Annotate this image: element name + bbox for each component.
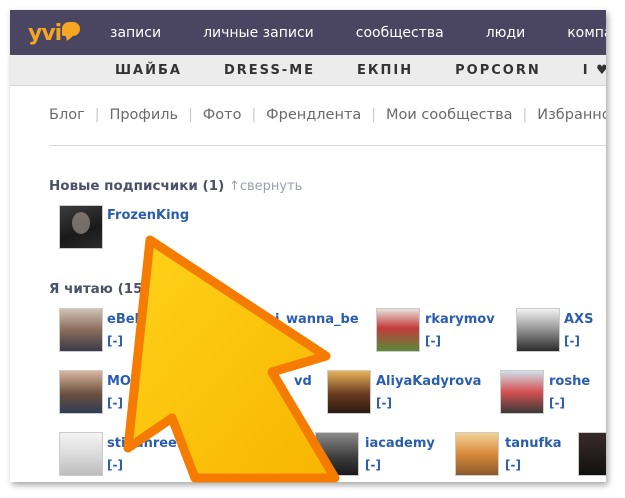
project-link-i-love-travel[interactable]: I ♥ TRAVEL	[583, 63, 606, 78]
main-nav: записи личные записи сообщества люди ком…	[110, 10, 606, 55]
tab-divider: |	[188, 107, 193, 123]
nav-item-communities[interactable]: сообщества	[356, 25, 444, 41]
divider	[49, 145, 606, 146]
unsubscribe-button[interactable]: [-]	[376, 396, 392, 410]
unsubscribe-button[interactable]: [-]	[425, 334, 441, 348]
avatar-stillunreel[interactable]	[59, 432, 103, 476]
avatar-frozenking[interactable]	[59, 205, 103, 249]
tab-divider: |	[371, 107, 377, 123]
unsubscribe-button[interactable]: [-]	[564, 334, 580, 348]
tab-favorites[interactable]: Избранное	[537, 107, 606, 123]
avatar-motor[interactable]	[59, 370, 103, 414]
tab-profile[interactable]: Профиль	[109, 107, 178, 123]
nav-item-personal-posts[interactable]: личные записи	[203, 25, 314, 41]
profile-tabs: Блог | Профиль | Фото | Френдлента | Мои…	[49, 107, 606, 123]
username-roshe[interactable]: roshe	[549, 374, 590, 389]
tab-my-communities[interactable]: Мои сообщества	[386, 107, 513, 123]
username-vd[interactable]: vd	[294, 374, 312, 389]
projects-nav: ШАЙБА DRESS-ME ЕКПІН POPCORN I ♥ TRAVEL	[115, 55, 606, 85]
tab-photo[interactable]: Фото	[203, 107, 242, 123]
speech-bubble-icon	[62, 22, 81, 36]
nav-item-people[interactable]: люди	[486, 25, 526, 41]
nav-item-companies[interactable]: компании	[567, 25, 606, 41]
username-aliyakadyrova[interactable]: AliyaKadyrova	[376, 374, 481, 389]
username-frozenking[interactable]: FrozenKing	[107, 208, 189, 223]
nav-item-posts[interactable]: записи	[110, 25, 161, 41]
logo-text: yvi	[28, 20, 62, 46]
username-stillunreel[interactable]: stillunreel	[107, 436, 181, 451]
tab-blog[interactable]: Блог	[49, 107, 85, 123]
username-axs[interactable]: AXS	[564, 312, 593, 327]
tab-friendfeed[interactable]: Френдлента	[266, 107, 361, 123]
username-i-wanna-be[interactable]: i_wanna_be	[275, 312, 359, 327]
site-logo[interactable]: yvi	[28, 19, 81, 47]
avatar-user[interactable]	[190, 432, 234, 476]
avatar-ebeka[interactable]	[59, 308, 103, 352]
unsubscribe-button[interactable]: [-]	[505, 458, 521, 472]
unsubscribe-button[interactable]: [-]	[365, 458, 381, 472]
reading-title: Я читаю (15)	[49, 281, 149, 297]
avatar-user[interactable]	[578, 432, 606, 476]
new-subscribers-heading: Новые подписчики (1) ↑свернуть	[49, 178, 302, 194]
tab-divider: |	[251, 107, 257, 123]
reading-heading: Я читаю (15) ↑свернуть	[49, 281, 227, 297]
avatar-axs[interactable]	[516, 308, 560, 352]
unsubscribe-button[interactable]: [-]	[107, 396, 123, 410]
top-navigation-bar: yvi записи личные записи сообщества люди…	[10, 10, 606, 55]
project-link-dress-me[interactable]: DRESS-ME	[224, 63, 315, 78]
avatar-aliyakadyrova[interactable]	[327, 370, 371, 414]
unsubscribe-button[interactable]: [-]	[549, 396, 565, 410]
unsubscribe-button[interactable]: [-]	[107, 334, 123, 348]
collapse-link[interactable]: ↑свернуть	[229, 179, 302, 194]
unsubscribe-button[interactable]: [-]	[107, 458, 123, 472]
project-link-shaiba[interactable]: ШАЙБА	[115, 63, 182, 78]
project-link-popcorn[interactable]: POPCORN	[455, 63, 541, 78]
project-link-ekpin[interactable]: ЕКПІН	[357, 63, 413, 78]
collapse-link[interactable]: ↑свернуть	[153, 282, 226, 297]
username-iacademy[interactable]: iacademy	[365, 436, 435, 451]
tab-divider: |	[94, 107, 100, 123]
tab-divider: |	[522, 107, 528, 123]
projects-bar: ШАЙБА DRESS-ME ЕКПІН POPCORN I ♥ TRAVEL	[10, 55, 606, 86]
new-subscribers-title: Новые подписчики (1)	[49, 178, 225, 194]
username-rkarymov[interactable]: rkarymov	[425, 312, 495, 327]
avatar-roshe[interactable]	[500, 370, 544, 414]
avatar-rkarymov[interactable]	[376, 308, 420, 352]
username-motor[interactable]: MOTOR	[107, 374, 161, 389]
username-ebeka[interactable]: eBeKa	[107, 312, 153, 327]
avatar-iacademy[interactable]	[315, 432, 359, 476]
avatar-tanufka[interactable]	[455, 432, 499, 476]
username-tanufka[interactable]: tanufka	[505, 436, 562, 451]
screenshot-frame: yvi записи личные записи сообщества люди…	[10, 10, 606, 482]
